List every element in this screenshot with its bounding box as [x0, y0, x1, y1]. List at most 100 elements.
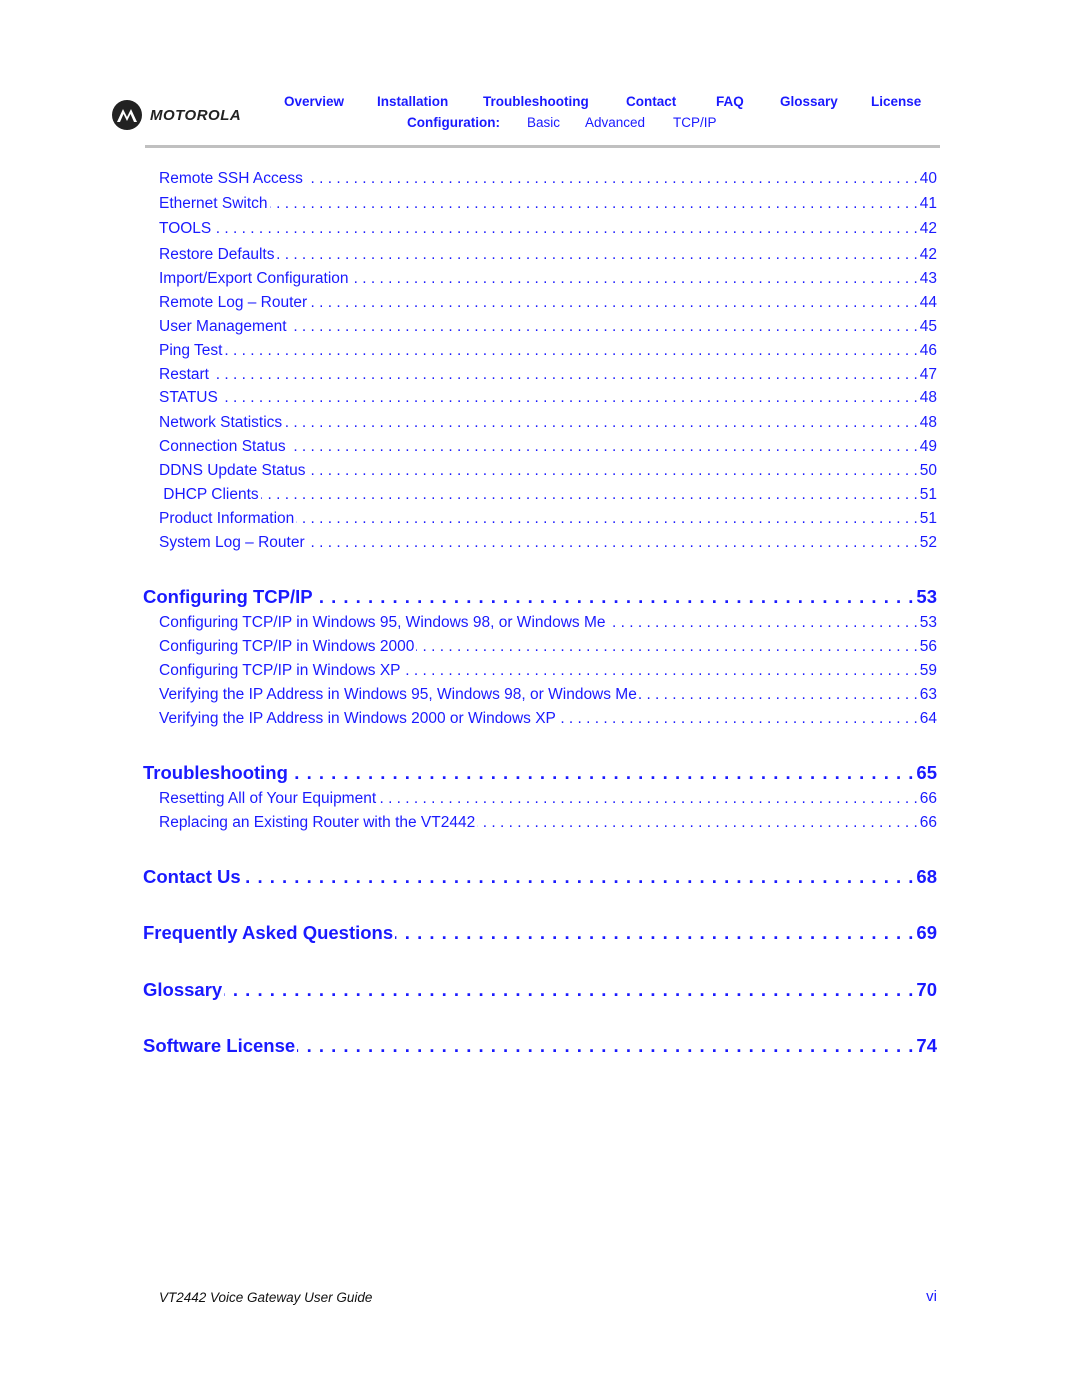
- nav-license[interactable]: License: [871, 94, 921, 109]
- config-basic-link[interactable]: Basic: [527, 115, 560, 130]
- toc-entry[interactable]: Configuring TCP/IP in Windows XP 59: [0, 662, 1080, 680]
- toc-entry-title[interactable]: Frequently Asked Questions: [143, 922, 393, 944]
- toc-page-number[interactable]: 44: [920, 294, 937, 312]
- toc-chapter-entry[interactable]: Frequently Asked Questions 69: [0, 922, 1080, 944]
- toc-dot-leader: [309, 294, 918, 312]
- config-tcpip-link[interactable]: TCP/IP: [673, 115, 717, 130]
- toc-dot-leader: [288, 438, 918, 456]
- toc-entry-title[interactable]: Resetting All of Your Equipment: [159, 790, 376, 808]
- toc-entry-title[interactable]: Glossary: [143, 979, 222, 1001]
- toc-chapter-entry[interactable]: Glossary 70: [0, 979, 1080, 1001]
- toc-entry[interactable]: TOOLS 42: [0, 220, 1080, 238]
- toc-chapter-entry[interactable]: Configuring TCP/IP 53: [0, 586, 1080, 608]
- toc-entry[interactable]: Connection Status 49: [0, 438, 1080, 456]
- toc-page-number[interactable]: 53: [920, 614, 937, 632]
- nav-glossary[interactable]: Glossary: [780, 94, 838, 109]
- toc-page-number[interactable]: 46: [920, 342, 937, 360]
- toc-entry-title[interactable]: Contact Us: [143, 866, 241, 888]
- toc-entry-title[interactable]: Restart: [159, 366, 209, 384]
- toc-entry[interactable]: Import/Export Configuration 43: [0, 270, 1080, 288]
- toc-page-number[interactable]: 64: [920, 710, 937, 728]
- nav-contact[interactable]: Contact: [626, 94, 676, 109]
- toc-page-number[interactable]: 48: [920, 389, 937, 407]
- toc-page-number[interactable]: 63: [920, 686, 937, 704]
- toc-entry-title[interactable]: TOOLS: [159, 220, 211, 238]
- toc-entry[interactable]: Verifying the IP Address in Windows 2000…: [0, 710, 1080, 728]
- toc-entry[interactable]: Ethernet Switch 41: [0, 195, 1080, 213]
- toc-entry[interactable]: Verifying the IP Address in Windows 95, …: [0, 686, 1080, 704]
- toc-entry[interactable]: Resetting All of Your Equipment 66: [0, 790, 1080, 808]
- toc-entry[interactable]: Product Information 51: [0, 510, 1080, 528]
- toc-page-number[interactable]: 70: [916, 979, 937, 1001]
- toc-page-number[interactable]: 48: [920, 414, 937, 432]
- nav-installation[interactable]: Installation: [377, 94, 448, 109]
- toc-page-number[interactable]: 40: [920, 170, 937, 188]
- toc-page-number[interactable]: 52: [920, 534, 937, 552]
- toc-entry[interactable]: DHCP Clients 51: [0, 486, 1080, 504]
- toc-entry-title[interactable]: Remote SSH Access: [159, 170, 303, 188]
- toc-entry-title[interactable]: Configuring TCP/IP in Windows 2000: [159, 638, 414, 656]
- toc-page-number[interactable]: 51: [920, 510, 937, 528]
- toc-entry-title[interactable]: STATUS: [159, 389, 218, 407]
- toc-entry[interactable]: Network Statistics 48: [0, 414, 1080, 432]
- toc-entry-title[interactable]: User Management: [159, 318, 287, 336]
- toc-page-number[interactable]: 53: [916, 586, 937, 608]
- toc-entry-title[interactable]: Verifying the IP Address in Windows 2000…: [159, 710, 556, 728]
- toc-entry[interactable]: Remote Log – Router 44: [0, 294, 1080, 312]
- toc-entry-title[interactable]: DHCP Clients: [159, 486, 258, 504]
- toc-entry-title[interactable]: System Log – Router: [159, 534, 305, 552]
- nav-faq[interactable]: FAQ: [716, 94, 744, 109]
- toc-entry-title[interactable]: Restore Defaults: [159, 246, 274, 264]
- toc-entry-title[interactable]: Software License: [143, 1035, 295, 1057]
- toc-page-number[interactable]: 42: [920, 220, 937, 238]
- toc-page-number[interactable]: 65: [916, 762, 937, 784]
- toc-page-number[interactable]: 43: [920, 270, 937, 288]
- toc-page-number[interactable]: 49: [920, 438, 937, 456]
- toc-entry[interactable]: DDNS Update Status 50: [0, 462, 1080, 480]
- toc-dot-leader: [378, 790, 918, 808]
- toc-entry[interactable]: Restore Defaults 42: [0, 246, 1080, 264]
- toc-entry-title[interactable]: Ping Test: [159, 342, 222, 360]
- config-advanced-link[interactable]: Advanced: [585, 115, 645, 130]
- toc-entry-title[interactable]: Configuring TCP/IP in Windows 95, Window…: [159, 614, 606, 632]
- toc-entry[interactable]: Restart 47: [0, 366, 1080, 384]
- toc-page-number[interactable]: 66: [920, 790, 937, 808]
- toc-page-number[interactable]: 59: [920, 662, 937, 680]
- toc-page-number[interactable]: 51: [920, 486, 937, 504]
- toc-entry[interactable]: Configuring TCP/IP in Windows 95, Window…: [0, 614, 1080, 632]
- toc-entry[interactable]: Remote SSH Access 40: [0, 170, 1080, 188]
- toc-entry-title[interactable]: Configuring TCP/IP: [143, 586, 313, 608]
- toc-entry[interactable]: Ping Test 46: [0, 342, 1080, 360]
- toc-page-number[interactable]: 42: [920, 246, 937, 264]
- toc-entry-title[interactable]: Verifying the IP Address in Windows 95, …: [159, 686, 637, 704]
- toc-entry-title[interactable]: Network Statistics: [159, 414, 282, 432]
- toc-entry[interactable]: User Management 45: [0, 318, 1080, 336]
- toc-entry[interactable]: System Log – Router 52: [0, 534, 1080, 552]
- toc-chapter-entry[interactable]: Contact Us 68: [0, 866, 1080, 888]
- toc-entry[interactable]: STATUS 48: [0, 389, 1080, 407]
- nav-troubleshooting[interactable]: Troubleshooting: [483, 94, 589, 109]
- toc-page-number[interactable]: 74: [916, 1035, 937, 1057]
- toc-entry-title[interactable]: Connection Status: [159, 438, 286, 456]
- toc-entry-title[interactable]: Import/Export Configuration: [159, 270, 349, 288]
- toc-entry-title[interactable]: Product Information: [159, 510, 294, 528]
- toc-page-number[interactable]: 45: [920, 318, 937, 336]
- toc-entry-title[interactable]: Remote Log – Router: [159, 294, 307, 312]
- toc-entry-title[interactable]: Ethernet Switch: [159, 195, 268, 213]
- toc-entry-title[interactable]: Replacing an Existing Router with the VT…: [159, 814, 475, 832]
- toc-page-number[interactable]: 56: [920, 638, 937, 656]
- toc-page-number[interactable]: 66: [920, 814, 937, 832]
- toc-entry-title[interactable]: Troubleshooting: [143, 762, 288, 784]
- toc-page-number[interactable]: 50: [920, 462, 937, 480]
- toc-page-number[interactable]: 69: [916, 922, 937, 944]
- nav-overview[interactable]: Overview: [284, 94, 344, 109]
- toc-chapter-entry[interactable]: Software License 74: [0, 1035, 1080, 1057]
- toc-entry-title[interactable]: Configuring TCP/IP in Windows XP: [159, 662, 401, 680]
- toc-page-number[interactable]: 47: [920, 366, 937, 384]
- toc-page-number[interactable]: 41: [920, 195, 937, 213]
- toc-entry[interactable]: Replacing an Existing Router with the VT…: [0, 814, 1080, 832]
- toc-chapter-entry[interactable]: Troubleshooting 65: [0, 762, 1080, 784]
- toc-entry-title[interactable]: DDNS Update Status: [159, 462, 305, 480]
- toc-page-number[interactable]: 68: [916, 866, 937, 888]
- toc-entry[interactable]: Configuring TCP/IP in Windows 2000 56: [0, 638, 1080, 656]
